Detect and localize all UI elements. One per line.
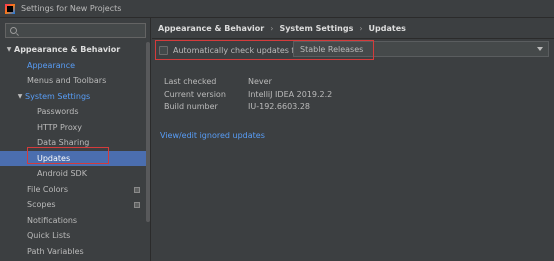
expand-arrow-icon[interactable]: ▼ xyxy=(4,42,14,58)
search-input[interactable] xyxy=(21,26,145,35)
info-label: Build number xyxy=(164,102,218,111)
info-value: Never xyxy=(248,77,272,86)
sidebar-item-label: System Settings xyxy=(25,91,91,101)
sidebar-item-passwords[interactable]: Passwords xyxy=(0,104,150,120)
auto-check-label[interactable]: Automatically check updates for xyxy=(173,46,303,55)
info-row-last-checked: Last checked Never xyxy=(164,76,332,89)
sidebar-item-label: Android SDK xyxy=(37,169,87,178)
sidebar-item-appearance-behavior[interactable]: ▼ Appearance & Behavior xyxy=(0,42,150,58)
update-channel-value: Stable Releases xyxy=(300,44,364,54)
sidebar-item-label: HTTP Proxy xyxy=(37,122,82,132)
breadcrumb-appearance-behavior: Appearance & Behavior xyxy=(158,23,265,33)
sidebar-item-http-proxy[interactable]: HTTP Proxy xyxy=(0,120,150,136)
breadcrumb-updates: Updates xyxy=(368,23,406,33)
sidebar-item-label: Updates xyxy=(37,153,71,163)
update-channel-select[interactable]: Stable Releases xyxy=(293,41,549,57)
sidebar-item-label: Path Variables xyxy=(27,246,84,256)
sidebar-item-label: Data Sharing xyxy=(37,138,90,147)
project-scope-icon xyxy=(134,202,140,208)
settings-window: Settings for New Projects ▼ Appearance &… xyxy=(0,0,554,261)
settings-tree: ▼ Appearance & Behavior Appearance Menus… xyxy=(0,42,150,259)
sidebar-item-notifications[interactable]: Notifications xyxy=(0,213,150,229)
view-ignored-updates-link[interactable]: View/edit ignored updates xyxy=(160,131,265,140)
info-label: Last checked xyxy=(164,77,217,86)
info-value: IU-192.6603.28 xyxy=(248,102,310,111)
intellij-app-icon xyxy=(5,3,15,14)
expand-arrow-icon[interactable]: ▼ xyxy=(15,89,25,105)
sidebar-item-data-sharing[interactable]: Data Sharing xyxy=(0,135,150,151)
updates-panel: Appearance & Behavior › System Settings … xyxy=(152,18,554,261)
header-divider xyxy=(152,38,554,39)
sidebar-item-label: Appearance xyxy=(27,60,76,70)
sidebar-item-label: Scopes xyxy=(27,200,56,209)
breadcrumb-separator: › xyxy=(359,23,363,33)
version-info: Last checked Never Current version Intel… xyxy=(164,76,332,114)
sidebar-item-label: Notifications xyxy=(27,215,78,225)
sidebar-item-label: Menus and Toolbars xyxy=(27,76,107,85)
settings-sidebar: ▼ Appearance & Behavior Appearance Menus… xyxy=(0,18,151,261)
sidebar-item-label: Quick Lists xyxy=(27,231,71,240)
sidebar-item-updates[interactable]: Updates xyxy=(0,150,150,166)
sidebar-item-android-sdk[interactable]: Android SDK xyxy=(0,166,150,182)
info-value: IntelliJ IDEA 2019.2.2 xyxy=(248,89,333,99)
title-bar: Settings for New Projects xyxy=(0,0,554,18)
settings-search[interactable] xyxy=(5,23,146,38)
project-scope-icon xyxy=(134,186,140,193)
sidebar-item-file-colors[interactable]: File Colors xyxy=(0,182,150,198)
search-icon xyxy=(10,27,17,34)
window-title: Settings for New Projects xyxy=(21,4,122,13)
sidebar-item-scopes[interactable]: Scopes xyxy=(0,197,150,213)
breadcrumb-system-settings: System Settings xyxy=(279,23,354,33)
sidebar-item-path-variables[interactable]: Path Variables xyxy=(0,244,150,260)
sidebar-item-menus-toolbars[interactable]: Menus and Toolbars xyxy=(0,73,150,89)
breadcrumb-separator: › xyxy=(270,23,274,33)
auto-check-row: Automatically check updates for xyxy=(159,43,303,57)
sidebar-item-system-settings[interactable]: ▼ System Settings xyxy=(0,89,150,105)
info-row-current-version: Current version IntelliJ IDEA 2019.2.2 xyxy=(164,89,332,102)
sidebar-item-label: File Colors xyxy=(27,184,68,194)
sidebar-item-label: Passwords xyxy=(37,107,79,116)
sidebar-scrollbar[interactable] xyxy=(146,42,150,222)
sidebar-item-appearance[interactable]: Appearance xyxy=(0,58,150,74)
chevron-down-icon[interactable] xyxy=(537,47,543,51)
info-row-build-number: Build number IU-192.6603.28 xyxy=(164,101,332,114)
breadcrumb: Appearance & Behavior › System Settings … xyxy=(158,21,406,35)
sidebar-item-quick-lists[interactable]: Quick Lists xyxy=(0,228,150,244)
sidebar-item-label: Appearance & Behavior xyxy=(14,45,121,54)
info-label: Current version xyxy=(164,89,226,99)
auto-check-checkbox[interactable] xyxy=(159,45,168,55)
